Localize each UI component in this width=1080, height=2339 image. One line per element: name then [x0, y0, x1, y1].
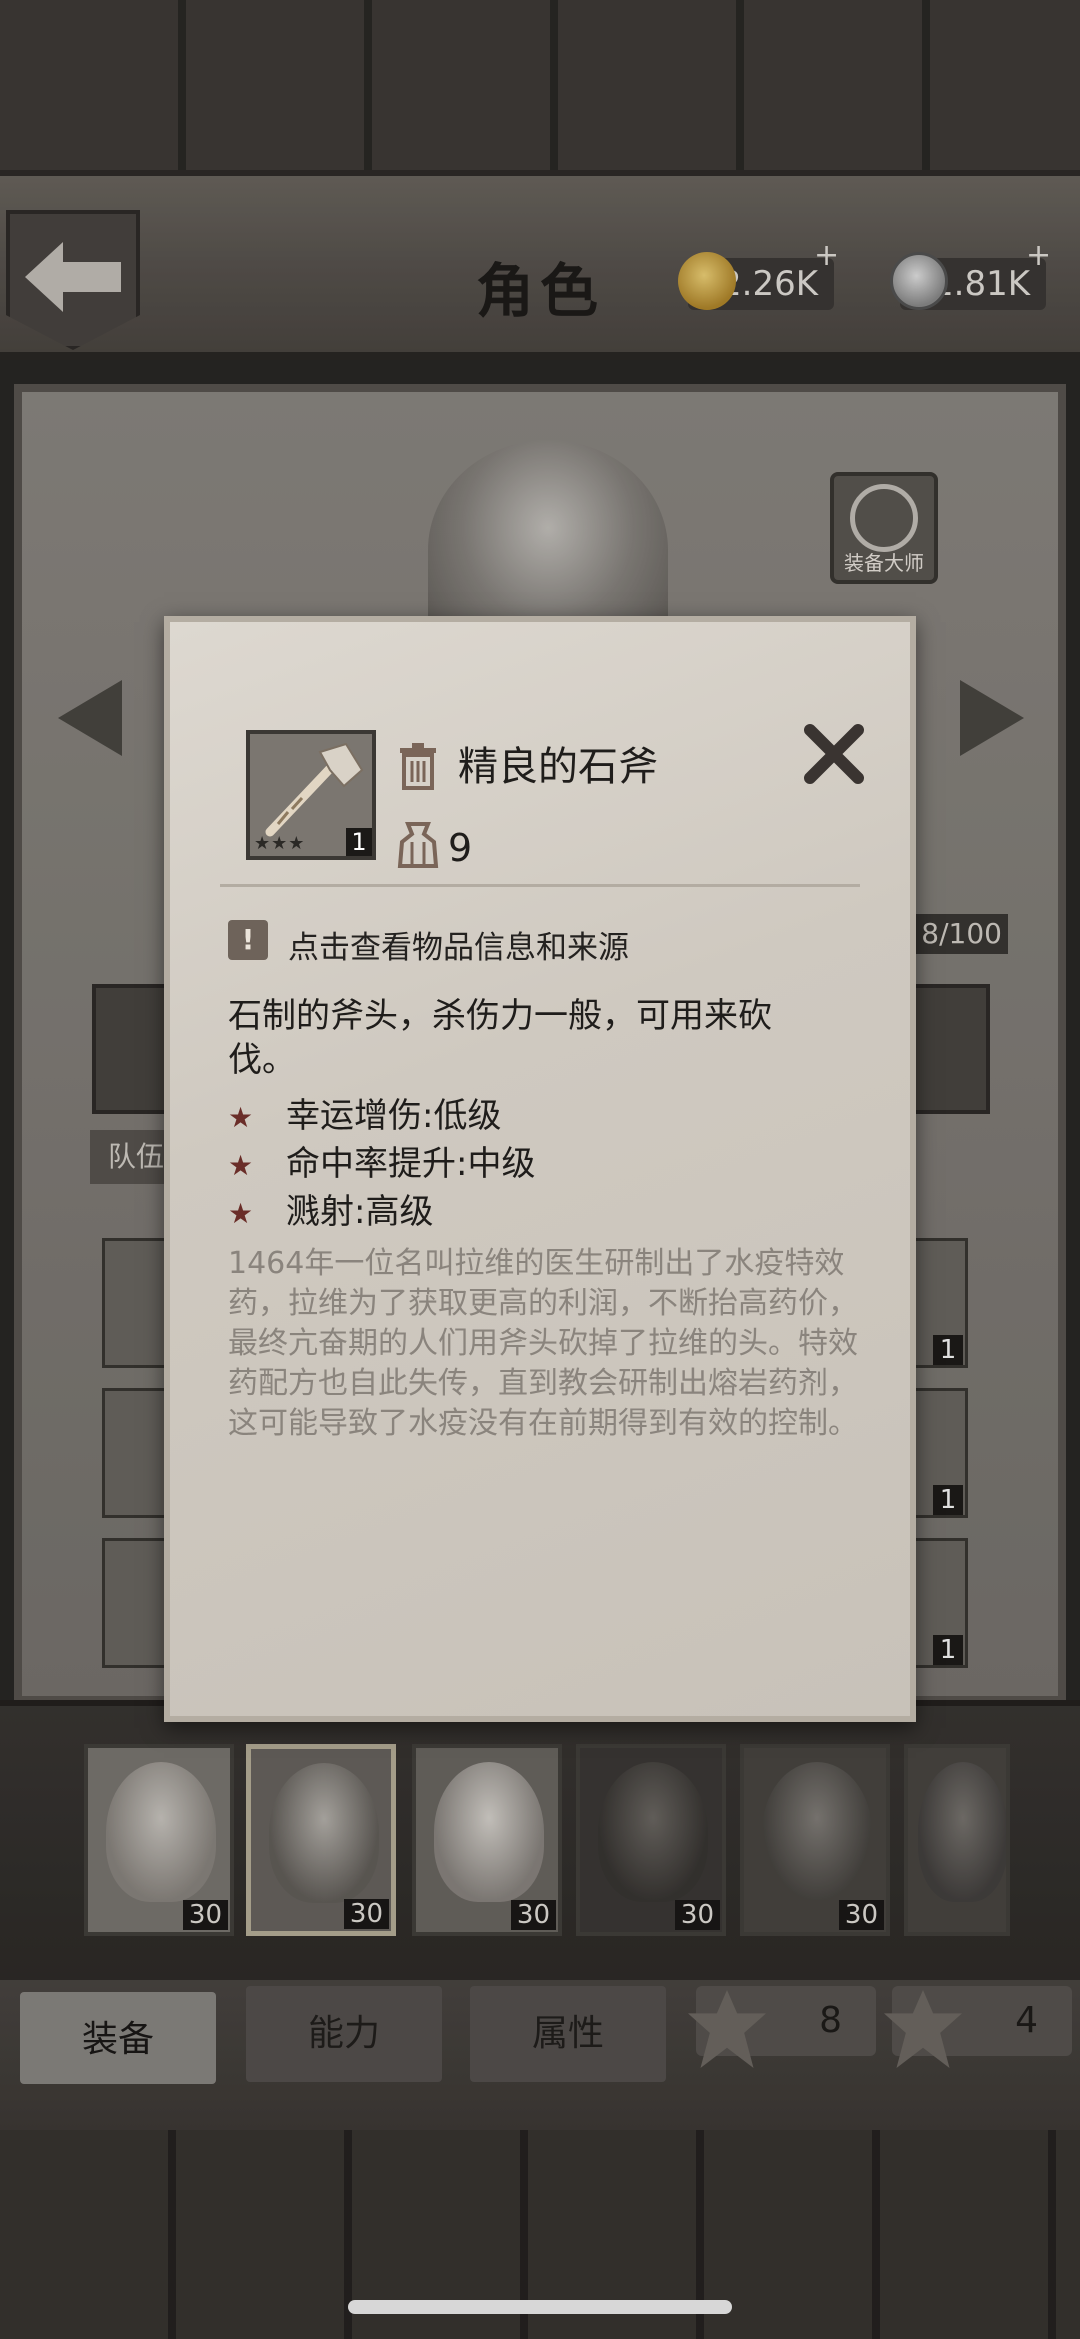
item-weight: 9: [448, 826, 473, 870]
star-icon: ★: [228, 1101, 254, 1134]
divider: [220, 884, 860, 887]
item-detail-popup: ★★★ 1 精良的石斧 9 ! 点击查看物品信息和来源 石制的斧头，杀伤力一般，…: [164, 616, 916, 1722]
item-attribute: ★ 命中率提升:中级: [228, 1136, 535, 1185]
star-icon: ★: [228, 1197, 254, 1230]
attribute-label: 溅射:高级: [286, 1192, 434, 1232]
trash-icon[interactable]: [396, 742, 440, 790]
item-lore: 1464年一位名叫拉维的医生研制出了水疫特效药，拉维为了获取更高的利润，不断抬高…: [228, 1246, 858, 1441]
item-source-hint[interactable]: 点击查看物品信息和来源: [288, 922, 629, 967]
item-attribute: ★ 幸运增伤:低级: [228, 1088, 501, 1137]
item-stack-count: 1: [346, 828, 372, 856]
close-icon[interactable]: [798, 718, 870, 790]
item-attribute: ★ 溅射:高级: [228, 1184, 433, 1233]
attribute-label: 命中率提升:中级: [286, 1144, 536, 1184]
attribute-label: 幸运增伤:低级: [286, 1096, 502, 1136]
item-name: 精良的石斧: [458, 744, 658, 790]
exclamation-icon[interactable]: !: [228, 920, 268, 960]
item-rarity-stars: ★★★: [254, 833, 306, 854]
weight-sack-icon: [397, 822, 439, 868]
star-icon: ★: [228, 1149, 254, 1182]
stone-axe-icon: [265, 742, 364, 837]
item-description: 石制的斧头，杀伤力一般，可用来砍伐。: [228, 996, 772, 1080]
item-icon-frame: ★★★ 1: [246, 730, 376, 860]
